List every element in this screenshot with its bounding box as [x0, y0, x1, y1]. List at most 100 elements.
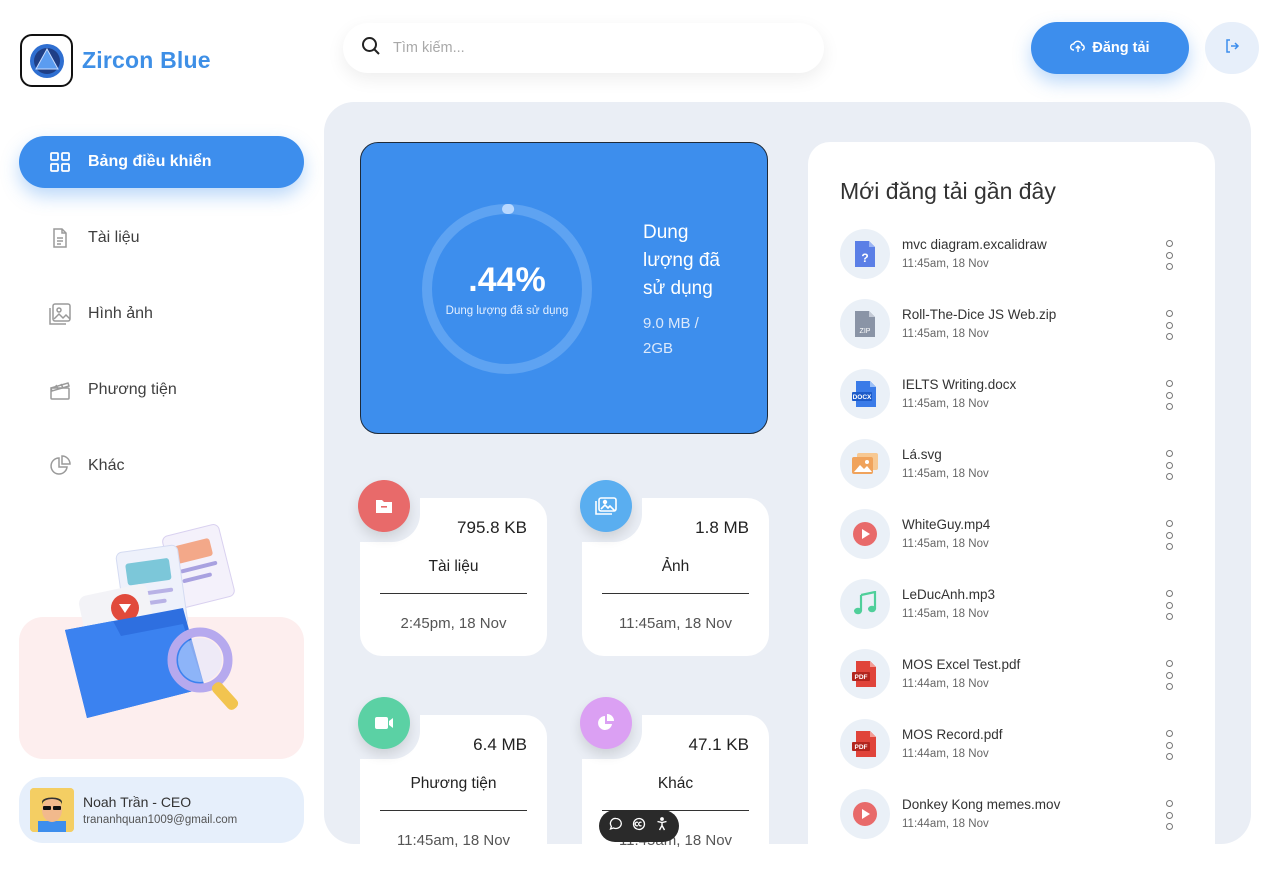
category-label: Khác — [657, 775, 694, 792]
svg-text:DOCX: DOCX — [853, 394, 872, 401]
file-date: 11:45am, 18 Nov — [902, 258, 989, 270]
category-card-images[interactable]: 1.8 MB Ảnh 11:45am, 18 Nov — [580, 480, 769, 656]
more-options-icon[interactable] — [1164, 730, 1174, 760]
divider — [380, 810, 527, 811]
category-size: 1.8 MB — [695, 518, 749, 537]
file-name: LeDucAnh.mp3 — [902, 587, 996, 602]
file-list: ? mvc diagram.excalidraw 11:45am, 18 Nov… — [840, 229, 1190, 859]
file-name: mvc diagram.excalidraw — [902, 237, 1047, 252]
pdf-file-icon: PDF — [840, 719, 890, 769]
svg-text:?: ? — [861, 251, 868, 265]
file-name: MOS Record.pdf — [902, 727, 1003, 742]
file-name: WhiteGuy.mp4 — [902, 517, 991, 532]
sidebar-item-dashboard[interactable]: Bảng điều khiển — [19, 136, 304, 188]
chat-icon[interactable] — [609, 817, 623, 836]
file-date: 11:45am, 18 Nov — [902, 538, 989, 550]
file-date: 11:45am, 18 Nov — [902, 468, 989, 480]
list-item[interactable]: Donkey Kong memes.mov 11:44am, 18 Nov — [840, 789, 1190, 859]
recent-uploads-title: Mới đăng tải gần đây — [840, 178, 1056, 204]
file-date: 11:44am, 18 Nov — [902, 678, 989, 690]
svg-text:PDF: PDF — [855, 744, 868, 751]
sidebar-item-label: Phương tiện — [88, 381, 177, 398]
user-email: trananhquan1009@gmail.com — [83, 814, 238, 826]
list-item[interactable]: DOCX IELTS Writing.docx 11:45am, 18 Nov — [840, 369, 1190, 439]
app-logo[interactable]: Zircon Blue — [20, 34, 211, 87]
audio-file-icon — [840, 579, 890, 629]
divider — [602, 593, 749, 594]
more-options-icon[interactable] — [1164, 660, 1174, 690]
more-options-icon[interactable] — [1164, 520, 1174, 550]
folder-search-illustration — [65, 524, 239, 718]
category-size: 6.4 MB — [473, 735, 527, 754]
folder-icon — [358, 480, 410, 532]
sidebar-nav: Bảng điều khiển Tài liệu Hình ảnh Phương… — [19, 136, 304, 516]
search-icon — [361, 36, 381, 61]
sidebar-item-label: Tài liệu — [88, 229, 140, 246]
video-icon — [358, 697, 410, 749]
accessibility-icon[interactable] — [655, 816, 669, 836]
grid-icon — [49, 151, 71, 173]
list-item[interactable]: PDF MOS Record.pdf 11:44am, 18 Nov — [840, 719, 1190, 789]
image-file-icon — [840, 439, 890, 489]
image-icon — [580, 480, 632, 532]
more-options-icon[interactable] — [1164, 240, 1174, 270]
user-name: Noah Trần - CEO — [83, 794, 192, 810]
sidebar-item-documents[interactable]: Tài liệu — [19, 212, 304, 264]
file-name: IELTS Writing.docx — [902, 377, 1017, 392]
search-bar[interactable] — [343, 23, 824, 73]
app-name: Zircon Blue — [82, 47, 211, 73]
user-profile-card[interactable]: Noah Trần - CEO trananhquan1009@gmail.co… — [19, 777, 304, 843]
sidebar-item-label: Hình ảnh — [88, 305, 153, 322]
svg-text:ZIP: ZIP — [860, 328, 871, 335]
more-options-icon[interactable] — [1164, 590, 1174, 620]
list-item[interactable]: ? mvc diagram.excalidraw 11:45am, 18 Nov — [840, 229, 1190, 299]
sidebar-item-images[interactable]: Hình ảnh — [19, 288, 304, 340]
storage-percent: .44% — [468, 261, 546, 299]
file-name: Roll-The-Dice JS Web.zip — [902, 307, 1057, 322]
category-card-other[interactable]: 47.1 KB Khác 11:45am, 18 Nov — [580, 697, 769, 872]
file-date: 11:45am, 18 Nov — [902, 608, 989, 620]
list-item[interactable]: ZIP Roll-The-Dice JS Web.zip 11:45am, 18… — [840, 299, 1190, 369]
logout-button[interactable] — [1205, 22, 1259, 74]
sidebar-item-media[interactable]: Phương tiện — [19, 364, 304, 416]
upload-label: Đăng tải — [1092, 40, 1150, 56]
file-name: Lá.svg — [902, 447, 942, 462]
category-time: 2:45pm, 18 Nov — [400, 615, 507, 632]
cloud-upload-icon — [1070, 39, 1086, 57]
storage-subtitle: Dung lượng đã sử dụng — [445, 305, 569, 317]
list-item[interactable]: PDF MOS Excel Test.pdf 11:44am, 18 Nov — [840, 649, 1190, 719]
category-label: Phương tiện — [410, 775, 497, 792]
file-date: 11:45am, 18 Nov — [902, 398, 989, 410]
search-input[interactable] — [393, 40, 773, 56]
list-item[interactable]: LeDucAnh.mp3 11:45am, 18 Nov — [840, 579, 1190, 649]
recent-uploads-panel: Mới đăng tải gần đây ? mvc diagram.excal… — [808, 142, 1215, 844]
more-options-icon[interactable] — [1164, 800, 1174, 830]
sidebar-item-label: Khác — [88, 457, 125, 474]
pdf-file-icon: PDF — [840, 649, 890, 699]
file-date: 11:44am, 18 Nov — [902, 818, 989, 830]
more-options-icon[interactable] — [1164, 450, 1174, 480]
file-name: Donkey Kong memes.mov — [902, 797, 1061, 812]
sidebar-item-other[interactable]: Khác — [19, 440, 304, 492]
more-options-icon[interactable] — [1164, 310, 1174, 340]
unknown-file-icon: ? — [840, 229, 890, 279]
upload-button[interactable]: Đăng tải — [1031, 22, 1189, 74]
svg-text:PDF: PDF — [855, 674, 868, 681]
main-panel: .44% Dung lượng đã sử dụng Dung lượng đã… — [324, 102, 1251, 872]
avatar — [30, 788, 74, 832]
storage-used: 9.0 MB / 2GB — [643, 315, 699, 357]
category-card-documents[interactable]: 795.8 KB Tài liệu 2:45pm, 18 Nov — [358, 480, 547, 656]
storage-title: Dung lượng đã sử dụng — [643, 222, 720, 299]
category-time: 11:45am, 18 Nov — [618, 615, 733, 632]
more-options-icon[interactable] — [1164, 380, 1174, 410]
file-name: MOS Excel Test.pdf — [902, 657, 1021, 672]
clapperboard-icon — [49, 379, 71, 401]
category-label: Ảnh — [661, 558, 690, 575]
storage-card: .44% Dung lượng đã sử dụng Dung lượng đã… — [360, 142, 768, 434]
list-item[interactable]: WhiteGuy.mp4 11:45am, 18 Nov — [840, 509, 1190, 579]
category-card-media[interactable]: 6.4 MB Phương tiện 11:45am, 18 Nov — [358, 697, 547, 872]
list-item[interactable]: Lá.svg 11:45am, 18 Nov — [840, 439, 1190, 509]
divider — [380, 593, 527, 594]
category-size: 795.8 KB — [457, 518, 527, 537]
caption-icon[interactable] — [632, 817, 646, 836]
